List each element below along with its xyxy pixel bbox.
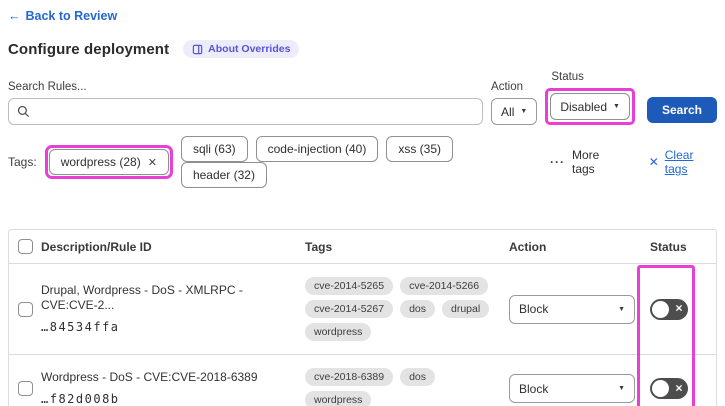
selected-tag-highlight: wordpress (28) ✕ bbox=[44, 145, 173, 179]
rule-tag-cve-2018-6389: cve-2018-6389 bbox=[305, 368, 394, 386]
status-filter-highlight: Disabled ▼ bbox=[545, 88, 635, 125]
action-select-value: Block bbox=[519, 302, 549, 316]
column-header-description: Description/Rule ID bbox=[41, 239, 152, 254]
rule-tag-drupal: drupal bbox=[442, 300, 490, 318]
action-filter-dropdown[interactable]: All ▼ bbox=[491, 98, 538, 125]
status-toggle-disabled[interactable]: ✕ bbox=[650, 378, 688, 399]
action-select[interactable]: Block ▼ bbox=[509, 374, 635, 403]
tag-pill-wordpress[interactable]: wordpress (28) ✕ bbox=[48, 149, 169, 175]
about-overrides-badge[interactable]: About Overrides bbox=[183, 40, 300, 58]
remove-tag-icon[interactable]: ✕ bbox=[148, 156, 157, 169]
configure-deployment-page: ← Back to Review Configure deployment Ab… bbox=[0, 0, 725, 406]
rule-tag-cve-2014-5265: cve-2014-5265 bbox=[305, 277, 394, 295]
book-icon bbox=[192, 44, 203, 55]
rule-id: …84534ffa bbox=[41, 320, 120, 334]
tag-pill-sqli[interactable]: sqli (63) bbox=[180, 136, 248, 162]
clear-tags-label: Clear tags bbox=[664, 148, 694, 176]
back-to-review-link[interactable]: ← Back to Review bbox=[8, 9, 117, 23]
chevron-down-icon: ▼ bbox=[613, 103, 620, 110]
action-select-value: Block bbox=[519, 381, 549, 396]
page-title: Configure deployment bbox=[8, 40, 170, 58]
row-checkbox[interactable] bbox=[18, 301, 33, 317]
search-rules-input[interactable] bbox=[8, 98, 484, 125]
toggle-knob bbox=[652, 380, 669, 397]
column-header-tags: Tags bbox=[305, 239, 333, 254]
rule-description: Wordpress - DoS - CVE:CVE-2018-6389 bbox=[41, 370, 258, 384]
table-row: Wordpress - DoS - CVE:CVE-2018-6389 …f82d… bbox=[9, 355, 716, 406]
rule-description: Drupal, Wordpress - DoS - XMLRPC - CVE:C… bbox=[41, 283, 243, 312]
action-select[interactable]: Block ▼ bbox=[509, 294, 635, 324]
toggle-knob bbox=[652, 300, 669, 318]
toggle-off-x-icon: ✕ bbox=[675, 303, 683, 315]
column-header-action: Action bbox=[509, 239, 547, 254]
chevron-down-icon: ▼ bbox=[618, 385, 625, 392]
rule-tag-dos: dos bbox=[400, 368, 435, 386]
ellipsis-icon: ··· bbox=[549, 155, 565, 169]
tags-label: Tags: bbox=[8, 155, 37, 169]
clear-tags-link[interactable]: ✕ Clear tags bbox=[649, 148, 717, 176]
column-header-status: Status bbox=[650, 239, 687, 254]
chevron-down-icon: ▼ bbox=[520, 108, 528, 115]
table-row: Drupal, Wordpress - DoS - XMLRPC - CVE:C… bbox=[9, 264, 716, 355]
rule-tag-cve-2014-5266: cve-2014-5266 bbox=[400, 277, 489, 295]
search-button[interactable]: Search bbox=[646, 97, 717, 123]
rule-id: …f82d008b bbox=[41, 392, 120, 406]
status-toggle-disabled[interactable]: ✕ bbox=[650, 298, 688, 320]
clear-x-icon: ✕ bbox=[648, 155, 659, 169]
action-filter-label: Action bbox=[491, 81, 524, 93]
tag-pill-code-injection[interactable]: code-injection (40) bbox=[255, 136, 379, 162]
status-filter-value: Disabled bbox=[560, 99, 608, 114]
rules-table: Description/Rule ID Tags Action Status D… bbox=[8, 229, 717, 406]
rule-tag-dos: dos bbox=[400, 300, 435, 318]
back-link-label: Back to Review bbox=[25, 9, 118, 23]
back-arrow-icon: ← bbox=[8, 9, 21, 23]
rule-tag-wordpress: wordpress bbox=[305, 391, 372, 406]
search-icon bbox=[17, 105, 30, 118]
chevron-down-icon: ▼ bbox=[618, 305, 625, 313]
tag-pill-xss[interactable]: xss (35) bbox=[386, 136, 454, 162]
status-filter-dropdown[interactable]: Disabled ▼ bbox=[550, 93, 630, 120]
more-tags-button[interactable]: ··· More tags bbox=[550, 148, 623, 176]
more-tags-label: More tags bbox=[571, 148, 600, 176]
rule-tag-wordpress: wordpress bbox=[305, 323, 372, 341]
table-header-row: Description/Rule ID Tags Action Status bbox=[9, 230, 716, 264]
status-filter-label: Status bbox=[551, 71, 584, 83]
selected-tag-label: wordpress (28) bbox=[60, 155, 141, 169]
tag-pill-header[interactable]: header (32) bbox=[180, 162, 267, 188]
about-badge-label: About Overrides bbox=[208, 43, 291, 55]
select-all-checkbox[interactable] bbox=[18, 239, 33, 254]
search-rules-label: Search Rules... bbox=[8, 81, 87, 93]
rule-tag-cve-2014-5267: cve-2014-5267 bbox=[305, 300, 394, 318]
action-filter-value: All bbox=[501, 104, 515, 119]
toggle-off-x-icon: ✕ bbox=[675, 382, 683, 394]
row-checkbox[interactable] bbox=[18, 381, 33, 396]
